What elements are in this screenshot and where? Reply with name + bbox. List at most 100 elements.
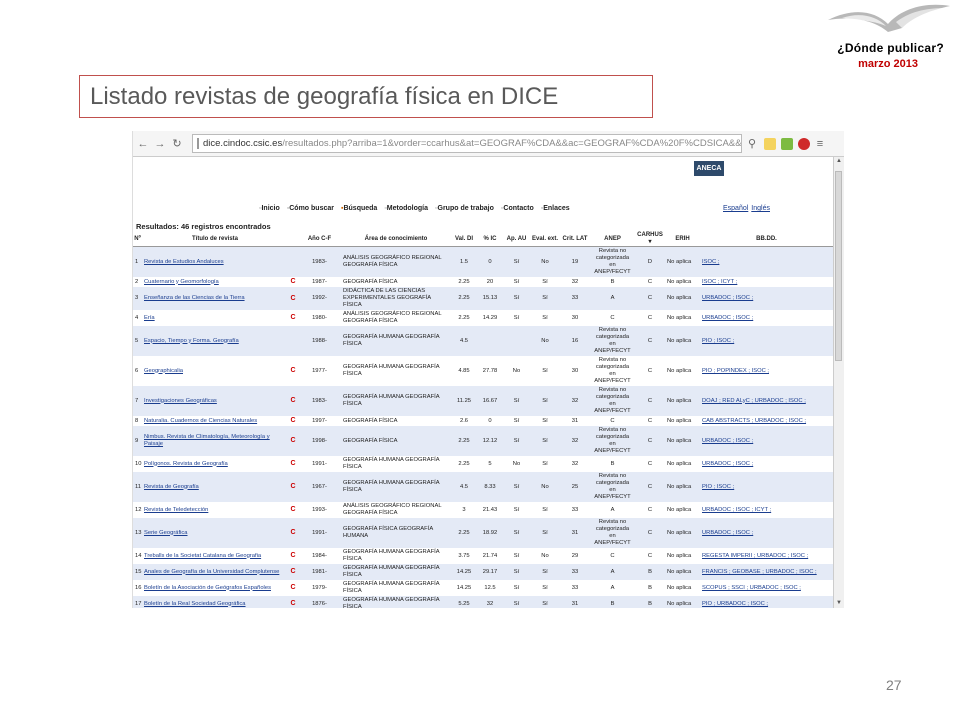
header-col-carhus[interactable]: CARHUS ▾: [635, 231, 665, 247]
journal-link[interactable]: Serie Geográfica: [144, 530, 188, 536]
lang-es-link[interactable]: Español: [723, 205, 748, 212]
journal-link[interactable]: Revista de Estudios Andaluces: [144, 259, 224, 265]
database-links[interactable]: FRANCIS ; GEOBASE ; URBADOC ; ISOC ;: [702, 569, 817, 575]
journal-link[interactable]: Boletín de la Asociación de Geógrafos Es…: [144, 585, 271, 591]
journal-link[interactable]: Ería: [144, 315, 155, 321]
table-row: 4 Ería C 1980- ANÁLISIS GEOGRÁFICO REGIONAL …: [133, 310, 833, 326]
journal-link[interactable]: Geographicalia: [144, 368, 183, 374]
cell-ic: 29.17: [477, 564, 503, 580]
database-links[interactable]: PIO ; ISOC ;: [702, 484, 734, 490]
cell-area: GEOGRAFÍA HUMANA GEOGRAFÍA FÍSICA: [341, 580, 451, 596]
journal-link[interactable]: Naturalia. Cuadernos de Ciencias Natural…: [144, 418, 257, 424]
database-links[interactable]: URBADOC ; ISOC ;: [702, 438, 753, 444]
menu-busqueda[interactable]: Búsqueda: [341, 205, 377, 212]
lang-en-link[interactable]: Inglés: [751, 205, 770, 212]
database-links[interactable]: PIO ; ISOC ;: [702, 338, 734, 344]
database-links[interactable]: ISOC ; ICYT ;: [702, 279, 737, 285]
cell-bbdd: ISOC ;: [700, 246, 833, 277]
scrollbar[interactable]: ▲ ▼: [833, 157, 844, 608]
table-header: Nº Título de revista Año C-F Área de conoci…: [133, 231, 833, 247]
journal-link[interactable]: Polígonos. Revista de Geografía: [144, 461, 228, 467]
cell-flag: C: [288, 426, 298, 456]
cell-lat: 32: [560, 456, 590, 472]
journal-link[interactable]: Revista de Teledetección: [144, 507, 208, 513]
cell-bbdd: REGESTA IMPERII ; URBADOC ; ISOC ;: [700, 548, 833, 564]
cell-year: 1977-: [298, 356, 341, 386]
menu-icon[interactable]: ≡: [813, 137, 827, 151]
cell-ic: 0: [477, 246, 503, 277]
scroll-down-icon[interactable]: ▼: [834, 599, 844, 608]
database-links[interactable]: CAB ABSTRACTS ; URBADOC ; ISOC ;: [702, 418, 806, 424]
journal-link[interactable]: Boletín de la Real Sociedad Geográfica: [144, 601, 246, 607]
cell-anep: A: [590, 564, 635, 580]
cell-year: 1983-: [298, 386, 341, 416]
database-links[interactable]: URBADOC ; ISOC ; ICYT ;: [702, 507, 771, 513]
menu-como-buscar[interactable]: Cómo buscar: [287, 205, 334, 212]
scroll-up-icon[interactable]: ▲: [834, 157, 844, 166]
database-links[interactable]: SCOPUS ; SSCI ; URBADOC ; ISOC ;: [702, 585, 801, 591]
journal-link[interactable]: Enseñanza de las Ciencias de la Tierra: [144, 295, 245, 301]
cell-ic: 16.67: [477, 386, 503, 416]
database-links[interactable]: URBADOC ; ISOC ;: [702, 315, 753, 321]
back-arrow-icon[interactable]: ←: [136, 137, 150, 151]
c-badge: C: [290, 600, 296, 607]
database-links[interactable]: REGESTA IMPERII ; URBADOC ; ISOC ;: [702, 553, 808, 559]
cell-ic: [477, 326, 503, 356]
journal-link[interactable]: Investigaciones Geográficas: [144, 398, 217, 404]
star-icon[interactable]: [764, 137, 776, 150]
forward-arrow-icon[interactable]: →: [153, 137, 167, 151]
search-icon[interactable]: ⚲: [745, 137, 759, 151]
cell-ic: 14.29: [477, 310, 503, 326]
journal-link[interactable]: Cuaternario y Geomorfología: [144, 279, 219, 285]
menu-contacto[interactable]: Contacto: [501, 205, 533, 212]
cell-n: 15: [133, 564, 142, 580]
pinterest-icon[interactable]: [798, 137, 810, 150]
cell-area: GEOGRAFÍA HUMANA GEOGRAFÍA FÍSICA: [341, 356, 451, 386]
database-links[interactable]: URBADOC ; ISOC ;: [702, 461, 753, 467]
cell-year: 1988-: [298, 326, 341, 356]
cell-anep: Revista no categorizada en ANEP/FECYT: [590, 246, 635, 277]
c-badge: C: [290, 529, 296, 536]
journal-link[interactable]: Espacio, Tiempo y Forma. Geografía: [144, 338, 239, 344]
cell-au: Sí: [503, 416, 530, 426]
cell-lat: 33: [560, 502, 590, 518]
extension-icon[interactable]: [781, 137, 793, 150]
cell-area: GEOGRAFÍA FÍSICA: [341, 416, 451, 426]
slide-title: Listado revistas de geografía física en …: [79, 75, 653, 118]
url-path: /resultados.php?arriba=1&vorder=ccarhus&…: [282, 138, 742, 149]
reload-icon[interactable]: ↻: [170, 137, 184, 151]
database-links[interactable]: ISOC ;: [702, 259, 719, 265]
database-links[interactable]: PIO ; URBADOC ; ISOC ;: [702, 601, 768, 607]
cell-ic: 0: [477, 416, 503, 426]
menu-grupo-trabajo[interactable]: Grupo de trabajo: [435, 205, 494, 212]
menu-inicio[interactable]: Inicio: [259, 205, 279, 212]
journal-link[interactable]: Treballs de la Societat Catalana de Geog…: [144, 553, 261, 559]
cell-lat: 33: [560, 564, 590, 580]
cell-anep: Revista no categorizada en ANEP/FECYT: [590, 326, 635, 356]
menu-metodologia[interactable]: Metodología: [384, 205, 428, 212]
database-links[interactable]: DOAJ ; RED ALyC ; URBADOC ; ISOC ;: [702, 398, 806, 404]
journal-link[interactable]: Nimbus. Revista de Climatología, Meteoro…: [144, 434, 270, 447]
cell-ext: Sí: [530, 277, 560, 287]
journal-link[interactable]: Anales de Geografía de la Universidad Co…: [144, 569, 279, 575]
header-col-ic: % IC: [477, 231, 503, 247]
cell-au: No: [503, 456, 530, 472]
cell-bbdd: URBADOC ; ISOC ;: [700, 456, 833, 472]
cell-n: 6: [133, 356, 142, 386]
cell-carhus: B: [635, 596, 665, 608]
database-links[interactable]: PIO ; POPINDEX ; ISOC ;: [702, 368, 769, 374]
cell-flag: C: [288, 356, 298, 386]
cell-erih: No aplica: [665, 426, 700, 456]
cell-n: 14: [133, 548, 142, 564]
scroll-thumb[interactable]: [835, 171, 842, 361]
address-bar[interactable]: dice.cindoc.csic.es/resultados.php?arrib…: [192, 134, 742, 153]
cell-year: 1967-: [298, 472, 341, 502]
table-row: 15 Anales de Geografía de la Universidad …: [133, 564, 833, 580]
journal-link[interactable]: Revista de Geografía: [144, 484, 199, 490]
database-links[interactable]: URBADOC ; ISOC ;: [702, 530, 753, 536]
language-links: Español Inglés: [723, 205, 773, 212]
database-links[interactable]: URBADOC ; ISOC ;: [702, 295, 753, 301]
cell-erih: No aplica: [665, 277, 700, 287]
menu-enlaces[interactable]: Enlaces: [541, 205, 569, 212]
cell-year: 1998-: [298, 426, 341, 456]
